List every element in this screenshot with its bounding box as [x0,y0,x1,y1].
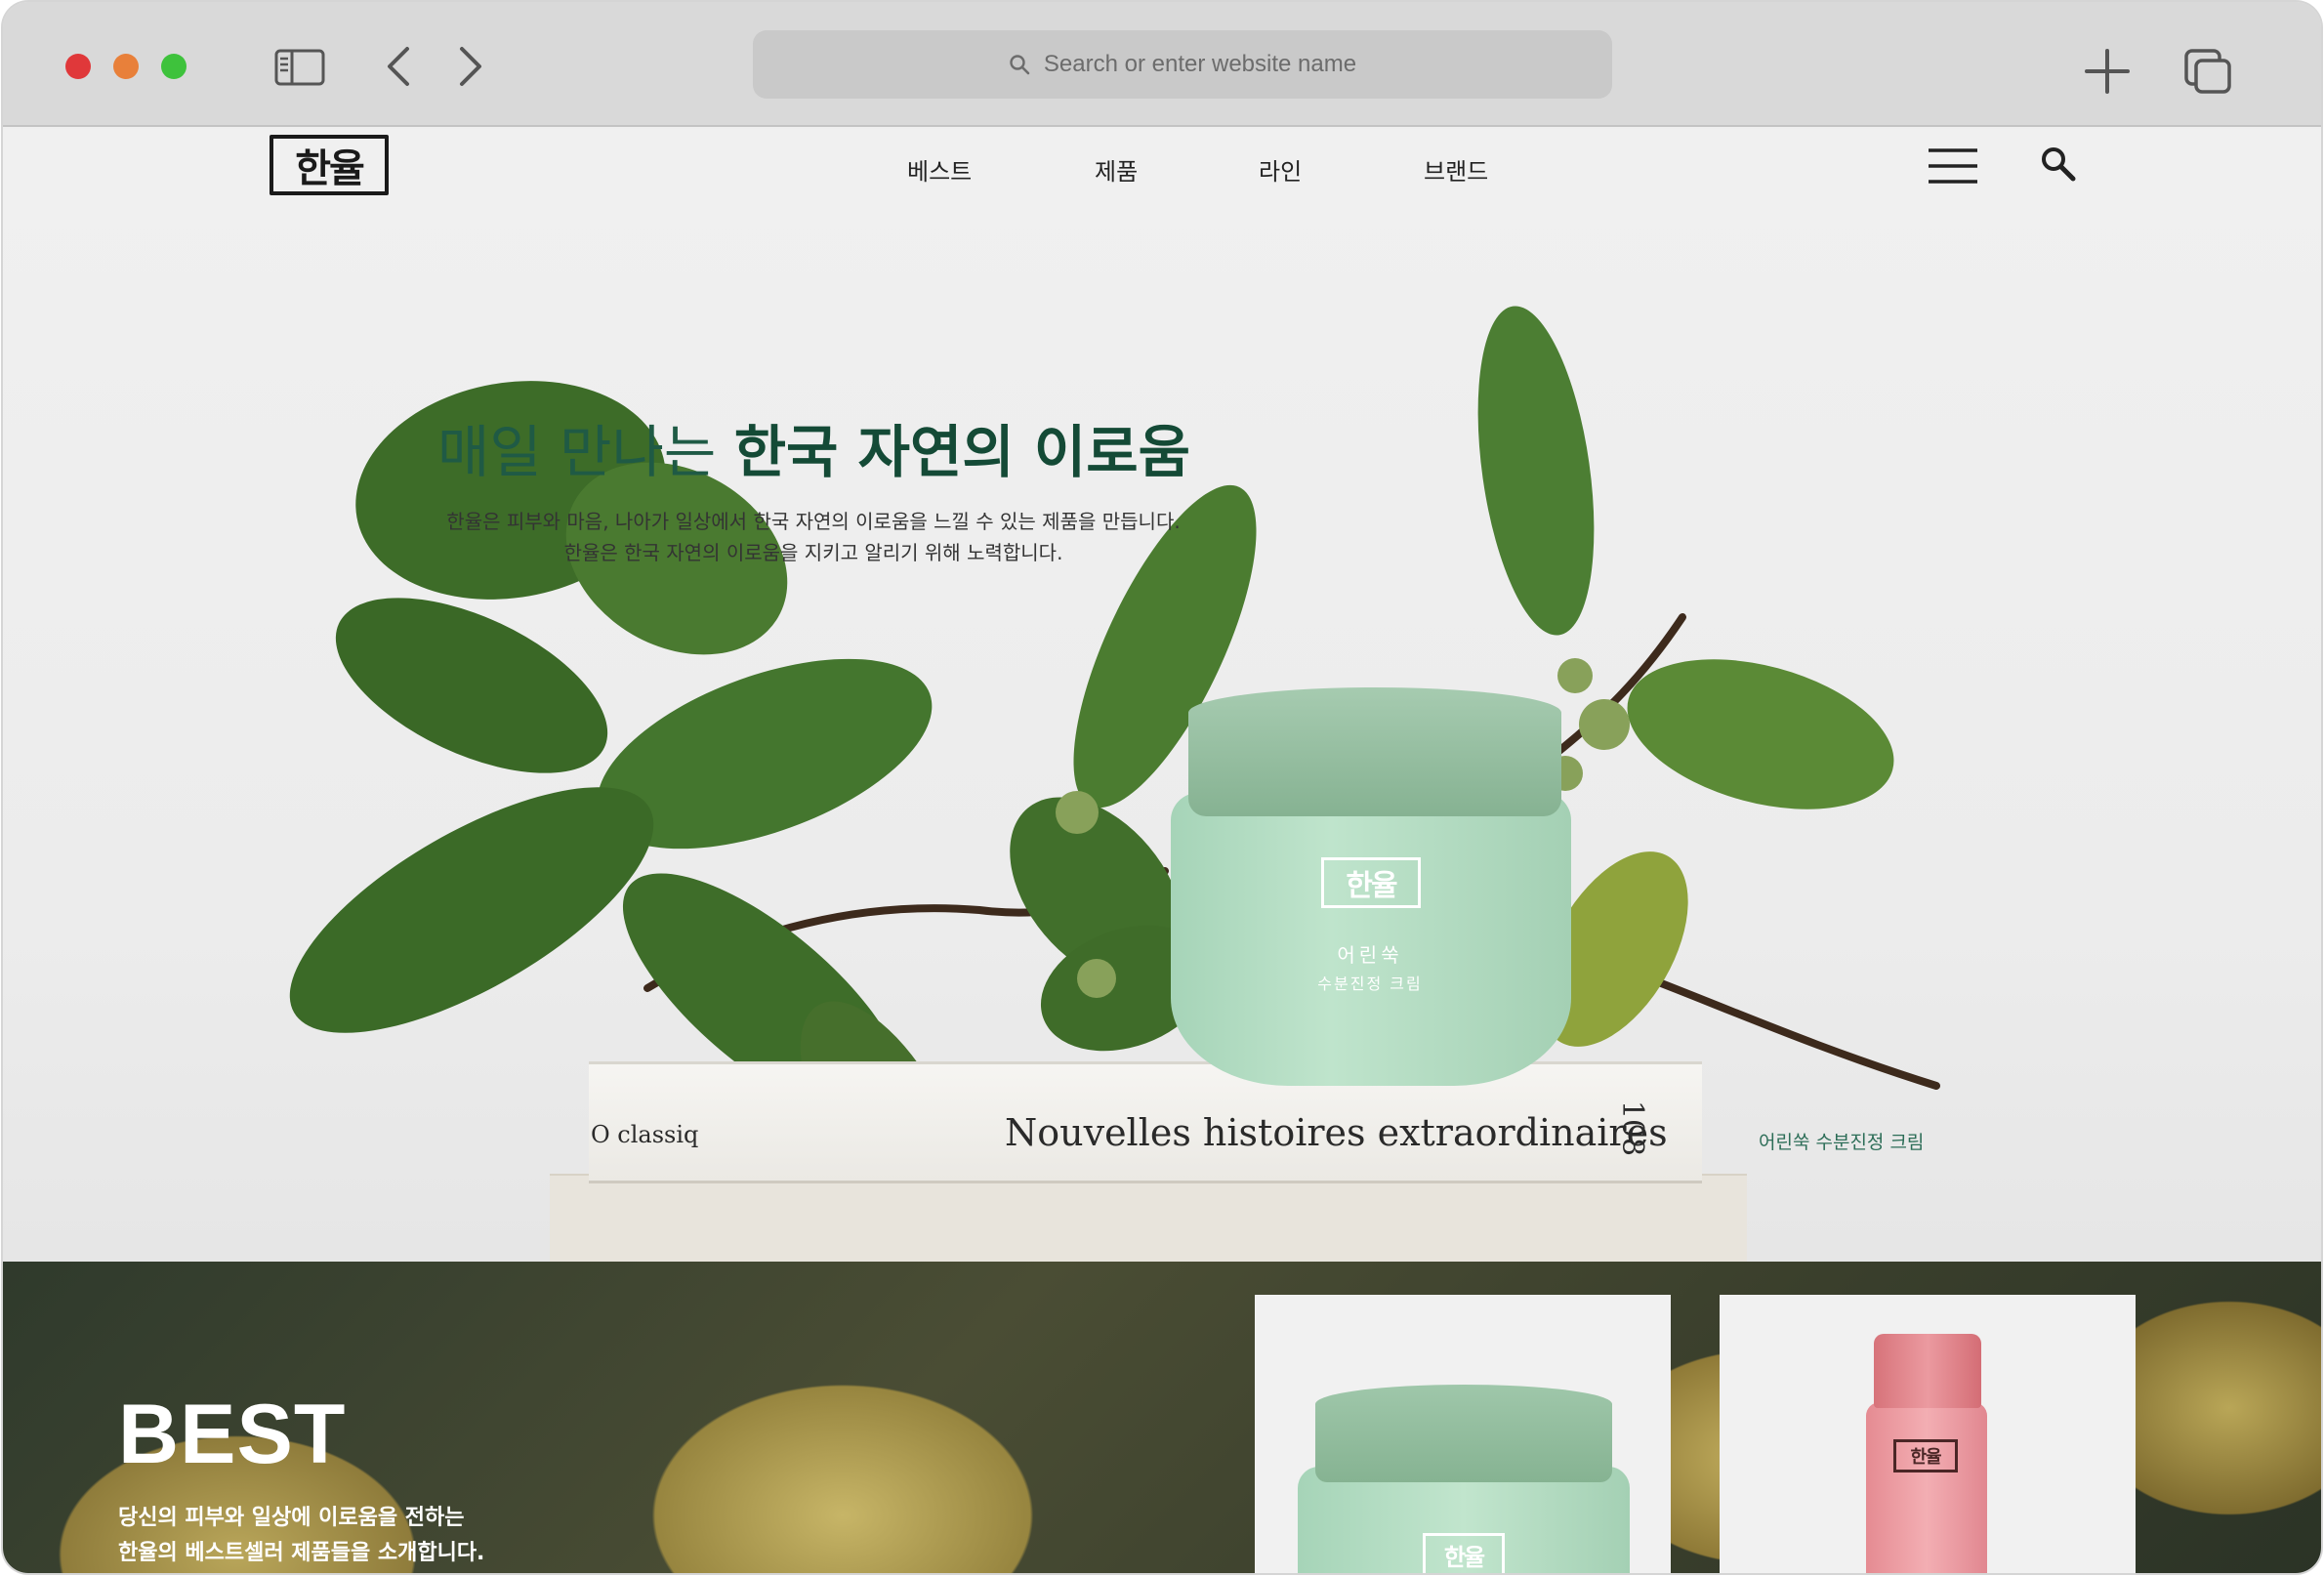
bottle-cap [1874,1334,1981,1408]
forward-icon[interactable] [454,45,487,88]
bottle-logo: 한율 [1893,1439,1958,1472]
hero-subcopy-line-2: 한율은 한국 자연의 이로움을 지키고 알리기 위해 노력합니다. [563,541,1063,564]
jar-product-subtitle: 수분진정 크림 [1317,975,1423,993]
address-placeholder: Search or enter website name [1043,51,1357,77]
hero-subcopy: 한율은 피부와 마음, 나아가 일상에서 한국 자연의 이로움을 느낄 수 있는… [374,506,1253,568]
minimize-window-button[interactable] [113,54,139,79]
nav-best[interactable]: 베스트 [907,152,972,187]
jar-logo: 한율 [1321,857,1421,908]
new-tab-icon[interactable] [2083,47,2132,96]
best-description-line-1: 당신의 피부와 일상에 이로움을 전하는 [118,1506,465,1530]
headline-light: 매일 만나는 [437,419,734,485]
hero-subcopy-line-1: 한율은 피부와 마음, 나아가 일상에서 한국 자연의 이로움을 느낄 수 있는… [446,510,1181,533]
browser-window: Search or enter website name Nouvelles h… [3,2,2321,1573]
nav-lines[interactable]: 라인 [1259,152,1302,187]
product-caption-link[interactable]: 어린쑥 수분진정 크림 [1759,1128,1924,1154]
zoom-window-button[interactable] [161,54,187,79]
product-card-cream[interactable]: 한율 [1255,1295,1671,1573]
jar-product-name: 어린쑥 [1337,943,1403,967]
sidebar-icon[interactable] [274,49,325,86]
back-icon[interactable] [382,45,415,88]
nav-products[interactable]: 제품 [1095,152,1138,187]
nav-brand[interactable]: 브랜드 [1424,152,1488,187]
address-bar[interactable]: Search or enter website name [753,30,1612,99]
best-description-line-2: 한율의 베스트셀러 제품들을 소개합니다. [118,1541,485,1565]
book-classic-text: O classiq [591,1121,699,1148]
book-title: Nouvelles histoires extraordinaires [1005,1111,1668,1154]
card-jar-lid [1315,1385,1612,1482]
card-jar-logo: 한율 [1423,1533,1505,1573]
cream-jar-lid [1188,687,1561,816]
book-number: 108 [1615,1099,1650,1157]
bottle-body [1866,1402,1987,1573]
site-logo[interactable]: 한율 [270,135,389,195]
site-search-icon[interactable] [2039,145,2078,184]
close-window-button[interactable] [65,54,91,79]
product-card-toner[interactable]: 한율 [1720,1295,2136,1573]
hamburger-menu-icon[interactable] [1927,146,1979,186]
browser-toolbar: Search or enter website name [3,2,2321,127]
web-page: Nouvelles histoires extraordinaires 108 … [3,129,2321,1573]
hero-headline: 매일 만나는 한국 자연의 이로움 [437,406,1190,488]
best-title: BEST [118,1388,347,1481]
headline-bold: 한국 자연의 이로움 [733,419,1190,485]
search-icon [1010,55,1030,75]
tab-overview-icon[interactable] [2182,47,2233,96]
